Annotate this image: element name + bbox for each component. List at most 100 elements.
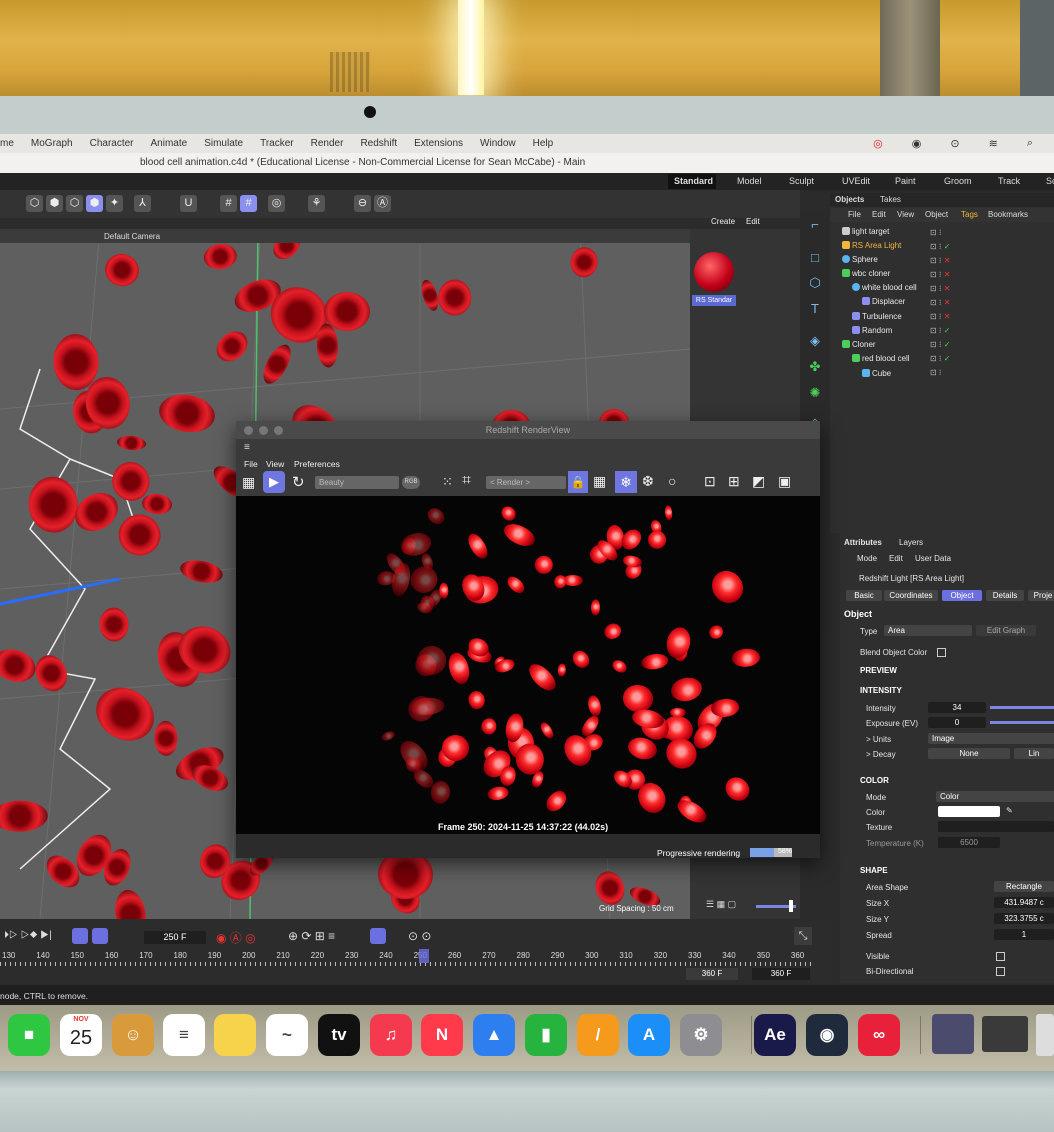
tab-takes[interactable]: Takes (880, 195, 901, 204)
expand-icon[interactable]: ⤡ (794, 927, 812, 945)
menu-item[interactable]: Window (480, 138, 516, 149)
rv-menu-file[interactable]: File (244, 459, 258, 469)
layout-tab-groom[interactable]: Groom (944, 176, 972, 186)
keynote-app-icon[interactable]: ▲ (473, 1014, 515, 1056)
after-effects-app-icon[interactable]: Ae (754, 1014, 796, 1056)
subtab-project[interactable]: Proje (1028, 590, 1054, 601)
section-shape[interactable]: SHAPE (860, 866, 888, 875)
menu-item[interactable]: Extensions (414, 138, 463, 149)
menu-item[interactable]: Redshift (360, 138, 397, 149)
screen-icon[interactable]: ⊙ (950, 137, 959, 150)
type-dropdown[interactable]: Area (884, 625, 972, 636)
search-icon[interactable]: ⌕ (1027, 137, 1033, 150)
exposure-field[interactable]: 0 (928, 717, 986, 728)
zoom-slider-handle[interactable] (789, 900, 793, 912)
loop-button[interactable] (72, 928, 88, 944)
edit-graph-button[interactable]: Edit Graph (976, 625, 1036, 636)
grid-snap-icon[interactable]: # (220, 195, 237, 212)
close-button[interactable] (244, 426, 253, 435)
renderview-titlebar[interactable]: Redshift RenderView (236, 421, 820, 439)
cube-object-icon[interactable]: ⬡ (806, 274, 824, 292)
playhead[interactable] (419, 949, 429, 963)
magnet-tool-icon[interactable]: U (180, 195, 197, 212)
attr-menu-userdata[interactable]: User Data (915, 554, 951, 563)
creative-cloud-app-icon[interactable]: ∞ (858, 1014, 900, 1056)
layout-tab-model[interactable]: Model (737, 176, 762, 186)
refresh-icon[interactable]: ↻ (292, 473, 305, 491)
view-layout-icons[interactable]: ☰ ▦ ▢ (706, 899, 746, 911)
contacts-app-icon[interactable]: ☺ (112, 1014, 154, 1056)
grid-dots-icon[interactable]: ⁙ (442, 474, 453, 490)
window-thumbnail[interactable] (982, 1016, 1028, 1052)
system-settings-app-icon[interactable]: ⚙ (680, 1014, 722, 1056)
subdivision-icon[interactable]: ◈ (806, 332, 824, 350)
timeline-ruler[interactable] (0, 962, 812, 966)
record-key-icons[interactable]: ◉ Ⓐ ◎ (216, 929, 256, 946)
bucket-grid-icon[interactable]: ▦ (593, 473, 606, 490)
mode-dropdown[interactable]: Color (936, 791, 1054, 802)
cinema-4d-app-icon[interactable]: ◉ (806, 1014, 848, 1056)
circle-icon[interactable]: ○ (668, 473, 676, 489)
snap-enable-icon[interactable]: # (240, 195, 257, 212)
cube-tool-icon[interactable]: ⬡ (26, 195, 43, 212)
square-spline-icon[interactable]: □ (806, 249, 824, 267)
subtab-details[interactable]: Details (986, 590, 1024, 601)
trash-icon[interactable] (1036, 1014, 1054, 1056)
minimize-button[interactable] (259, 426, 268, 435)
end-frame-2[interactable]: 360 F (752, 968, 810, 980)
rgb-channel-button[interactable]: RGB (402, 476, 420, 489)
text-object-icon[interactable]: T (806, 300, 824, 318)
news-app-icon[interactable]: N (421, 1014, 463, 1056)
zoom-button[interactable] (274, 426, 283, 435)
rv-menu-preferences[interactable]: Preferences (294, 459, 340, 469)
points-mode-icon[interactable]: ✦ (106, 195, 123, 212)
exposure-slider[interactable] (990, 721, 1054, 724)
material-preview[interactable] (694, 252, 734, 292)
notes-app-icon[interactable] (214, 1014, 256, 1056)
cone-tool-icon[interactable]: ⬡ (66, 195, 83, 212)
layout-tab-sculpt[interactable]: Sculpt (789, 176, 814, 186)
layout-tab-standard[interactable]: Standard (674, 176, 713, 186)
menu-item[interactable]: MoGraph (31, 138, 73, 149)
objects-menu-view[interactable]: View (897, 210, 914, 219)
units-dropdown[interactable]: Image (928, 733, 1054, 744)
wifi-icon[interactable]: ≋ (989, 137, 998, 150)
facetime-app-icon[interactable]: ■ (8, 1014, 50, 1056)
tab-objects[interactable]: Objects (835, 195, 864, 204)
section-color[interactable]: COLOR (860, 776, 889, 785)
rv-menu-view[interactable]: View (266, 459, 284, 469)
edit-menu[interactable]: Edit (746, 217, 760, 226)
camera-label[interactable]: Default Camera (104, 232, 160, 241)
sizex-field[interactable]: 431.9487 c (994, 897, 1054, 908)
menu-item[interactable]: Help (533, 138, 554, 149)
creative-cloud-icon[interactable]: ◎ (873, 137, 883, 150)
focus-icon[interactable]: ⊡ (704, 473, 716, 490)
sizey-field[interactable]: 323.3755 c (994, 913, 1054, 924)
render-select-dropdown[interactable]: < Render > (486, 476, 566, 489)
menu-item[interactable]: Simulate (204, 138, 243, 149)
create-menu[interactable]: Create (711, 217, 735, 226)
snowflake-icon[interactable]: ❆ (642, 473, 654, 490)
layout-tab-paint[interactable]: Paint (895, 176, 916, 186)
section-preview[interactable]: PREVIEW (860, 666, 897, 675)
music-app-icon[interactable]: ♫ (370, 1014, 412, 1056)
key-mode-icons[interactable]: ⊕ ⟳ ⊞ ≡ (288, 929, 335, 943)
layout-tab-more[interactable]: Sc (1046, 176, 1054, 186)
cylinder-tool-icon[interactable]: ⬢ (46, 195, 63, 212)
tab-attributes[interactable]: Attributes (844, 538, 882, 547)
aov-dropdown[interactable]: Beauty (315, 476, 399, 489)
render-region-icon[interactable]: ◎ (268, 195, 285, 212)
lock-icon[interactable]: 🔒 (568, 471, 588, 493)
numbers-app-icon[interactable]: ▮ (525, 1014, 567, 1056)
tv-app-icon[interactable]: tv (318, 1014, 360, 1056)
material-label[interactable]: RS Standar (692, 295, 736, 306)
pages-app-icon[interactable]: / (577, 1014, 619, 1056)
camera-object-icon[interactable]: ⌐ (806, 216, 824, 234)
subtab-basic[interactable]: Basic (846, 590, 882, 601)
objects-menu-edit[interactable]: Edit (872, 210, 886, 219)
subtab-coordinates[interactable]: Coordinates (884, 590, 938, 601)
visible-checkbox[interactable] (996, 952, 1005, 961)
menu-item[interactable]: Character (90, 138, 134, 149)
attr-menu-edit[interactable]: Edit (889, 554, 903, 563)
menu-item[interactable]: Animate (151, 138, 188, 149)
